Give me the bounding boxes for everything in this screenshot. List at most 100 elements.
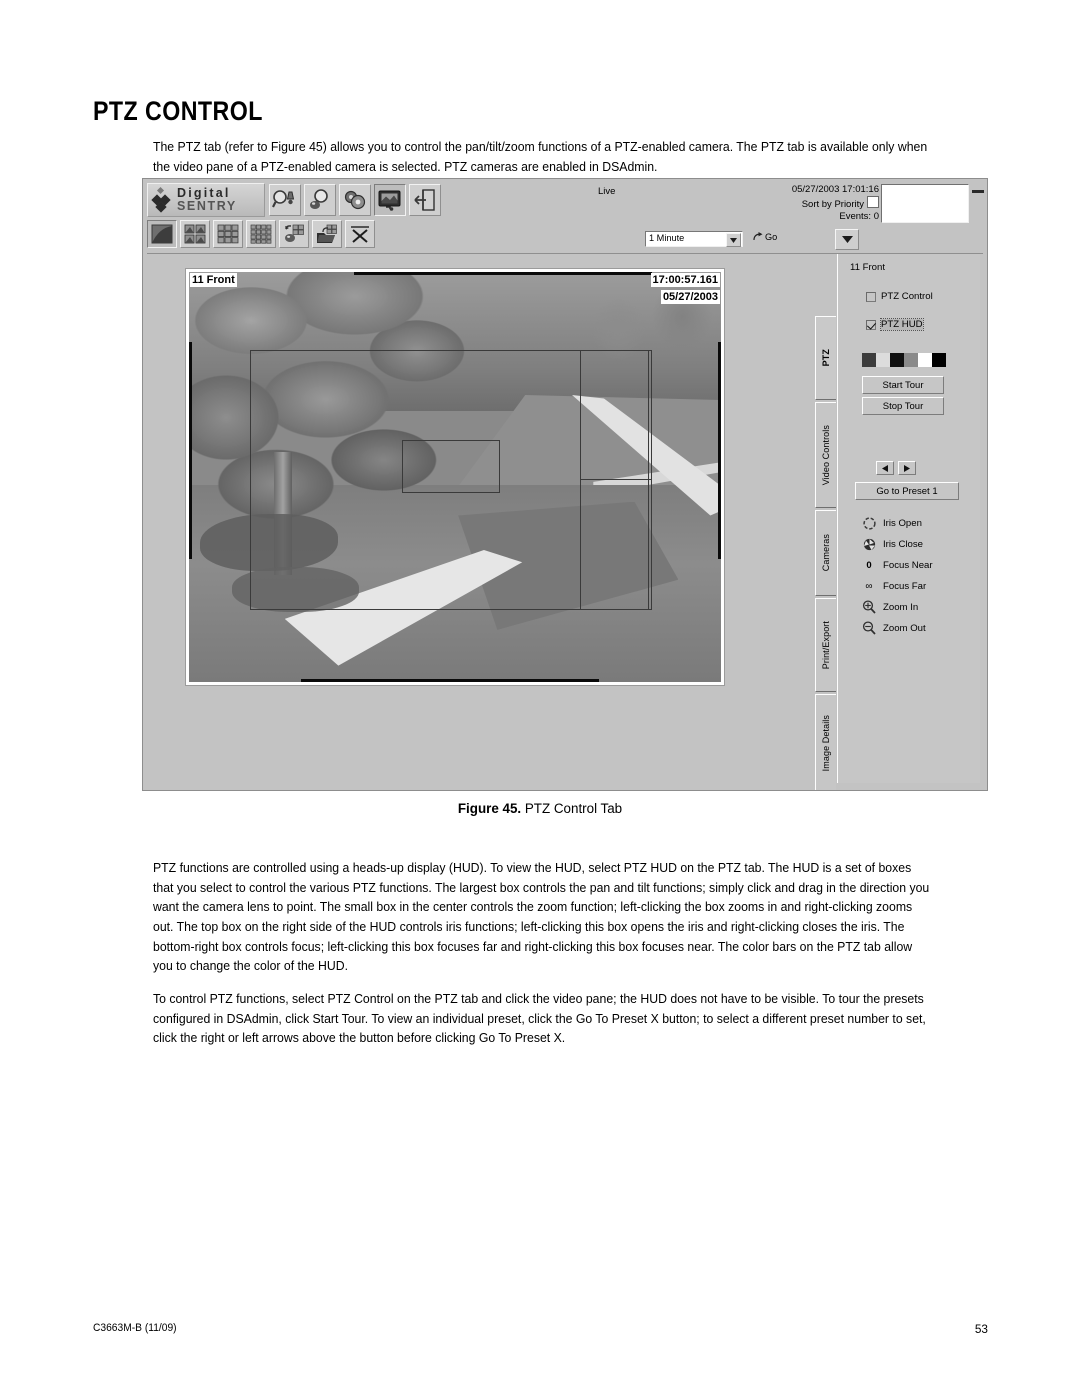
ptz-panel: 11 Front PTZ Control PTZ HUD Start Tour …: [837, 254, 980, 783]
figure-caption: Figure 45. PTZ Control Tab: [0, 801, 1080, 816]
zoom-in-command[interactable]: Zoom In: [862, 600, 918, 614]
tab-strip: PTZ Video Controls Cameras Print/Export …: [814, 254, 836, 790]
video-camera-name: 11 Front: [190, 273, 237, 287]
toolbar-layouts: [147, 219, 378, 249]
hud-top-bar: [353, 272, 652, 275]
layout-2x2-icon[interactable]: [180, 220, 210, 248]
hud-zoom-box[interactable]: [401, 440, 501, 494]
save-layout-icon[interactable]: [279, 220, 309, 248]
video-timestamp: 17:00:57.161: [650, 273, 720, 287]
hud-iris-box[interactable]: [580, 349, 652, 480]
iris-open-icon: [862, 516, 876, 530]
status-block: 05/27/2003 17:01:16 Sort by Priority Eve…: [792, 184, 879, 223]
minimize-icon[interactable]: [972, 190, 984, 193]
tab-print-export-label: Print/Export: [821, 620, 831, 670]
zoom-out-command[interactable]: Zoom Out: [862, 621, 926, 635]
preset-next-button[interactable]: [898, 461, 916, 475]
interval-value: 1 Minute: [649, 233, 685, 243]
exit-door-icon[interactable]: [409, 184, 441, 216]
iris-close-command[interactable]: Iris Close: [862, 537, 923, 551]
tab-ptz-label: PTZ: [821, 349, 831, 367]
ptz-panel-camera-title: 11 Front: [850, 262, 886, 273]
focus-far-label: Focus Far: [883, 580, 927, 592]
live-mode-label: Live: [598, 186, 616, 197]
panel-dropdown-button[interactable]: [835, 229, 859, 250]
ptz-hud-label: PTZ HUD: [880, 318, 924, 331]
page-title: PTZ CONTROL: [93, 96, 263, 127]
preset-prev-button[interactable]: [876, 461, 894, 475]
iris-open-label: Iris Open: [883, 517, 922, 529]
video-image[interactable]: 11 Front 17:00:57.161 05/27/2003: [189, 272, 721, 682]
hud-color-swatch[interactable]: [876, 353, 890, 367]
iris-open-command[interactable]: Iris Open: [862, 516, 922, 530]
layout-3x3-icon[interactable]: [213, 220, 243, 248]
footer-document-id: C3663M-B (11/09): [93, 1322, 177, 1334]
focus-near-command[interactable]: 0 Focus Near: [862, 558, 933, 572]
go-arrow-icon: [753, 232, 764, 244]
event-list-box[interactable]: [881, 184, 969, 223]
hud-color-bar[interactable]: [862, 353, 946, 367]
ptz-control-checkbox[interactable]: [866, 291, 876, 302]
paragraph-hud: PTZ functions are controlled using a hea…: [153, 860, 930, 974]
search-alarm-icon[interactable]: [269, 184, 301, 216]
paragraph-ptz-control: To control PTZ functions, select PTZ Con…: [153, 991, 926, 1046]
video-pane[interactable]: 11 Front 17:00:57.161 05/27/2003: [185, 268, 725, 686]
layout-4x4-icon[interactable]: [246, 220, 276, 248]
start-tour-button[interactable]: Start Tour: [862, 376, 944, 394]
footer-page-number: 53: [974, 1322, 988, 1336]
tab-print-export[interactable]: Print/Export: [815, 598, 836, 692]
stop-tour-button[interactable]: Stop Tour: [862, 397, 944, 415]
interval-select[interactable]: 1 Minute: [645, 231, 743, 247]
ptz-hud-checkbox-row[interactable]: PTZ HUD: [866, 318, 924, 331]
open-layout-icon[interactable]: [312, 220, 342, 248]
tab-image-details-label: Image Details: [821, 714, 831, 772]
intro-paragraph: The PTZ tab (refer to Figure 45) allows …: [153, 139, 928, 174]
hud-color-swatch[interactable]: [904, 353, 918, 367]
layout-1up-icon[interactable]: [147, 220, 177, 248]
ptz-control-label: PTZ Control: [881, 291, 933, 302]
focus-near-icon: 0: [866, 559, 872, 571]
events-count: Events: 0: [839, 211, 879, 222]
hud-color-swatch[interactable]: [932, 353, 946, 367]
video-date: 05/27/2003: [660, 290, 720, 304]
figure-caption-label: Figure 45.: [457, 801, 522, 816]
go-button[interactable]: Go: [753, 232, 777, 244]
focus-far-icon: ∞: [865, 580, 873, 592]
close-layout-icon[interactable]: [345, 220, 375, 248]
tab-video-controls-label: Video Controls: [821, 424, 831, 486]
settings-gears-icon[interactable]: [339, 184, 371, 216]
search-camera-icon[interactable]: [304, 184, 336, 216]
tab-cameras[interactable]: Cameras: [815, 510, 836, 596]
hud-color-swatch[interactable]: [862, 353, 876, 367]
sort-by-priority-row[interactable]: Sort by Priority: [792, 196, 879, 211]
ptz-hud-checkbox[interactable]: [866, 319, 876, 330]
go-to-preset-button[interactable]: Go to Preset 1: [855, 482, 959, 500]
live-monitor-icon[interactable]: [374, 184, 406, 216]
tab-image-details[interactable]: Image Details: [815, 694, 836, 790]
zoom-out-label: Zoom Out: [883, 622, 926, 634]
hud-left-bar: [189, 341, 192, 559]
hud-color-swatch[interactable]: [890, 353, 904, 367]
iris-close-label: Iris Close: [883, 538, 923, 550]
tab-ptz[interactable]: PTZ: [815, 316, 836, 400]
chevron-down-icon[interactable]: [726, 233, 741, 247]
workspace: 11 Front 17:00:57.161 05/27/2003 PTZ Vid…: [147, 253, 983, 790]
tab-video-controls[interactable]: Video Controls: [815, 402, 836, 508]
hud-color-swatch[interactable]: [918, 353, 932, 367]
ptz-control-checkbox-row[interactable]: PTZ Control: [866, 291, 933, 302]
figure-caption-text: PTZ Control Tab: [524, 801, 623, 816]
focus-near-label: Focus Near: [883, 559, 933, 571]
sort-by-priority-checkbox[interactable]: [867, 196, 879, 208]
application-screenshot: Digital SENTRY Live 05/27/2003 17:01:16 …: [142, 178, 988, 791]
zoom-in-icon: [862, 600, 876, 614]
go-label: Go: [765, 232, 778, 242]
toolbar-primary: Digital SENTRY: [147, 183, 444, 217]
tab-cameras-label: Cameras: [821, 534, 831, 572]
hud-right-bar: [718, 341, 721, 559]
logo-line-2: SENTRY: [177, 199, 237, 213]
hud-bottom-bar: [300, 679, 599, 682]
focus-far-command[interactable]: ∞ Focus Far: [862, 579, 926, 593]
status-datetime: 05/27/2003 17:01:16: [791, 184, 879, 195]
sort-by-priority-label: Sort by Priority: [801, 199, 864, 210]
iris-close-icon: [862, 538, 876, 551]
